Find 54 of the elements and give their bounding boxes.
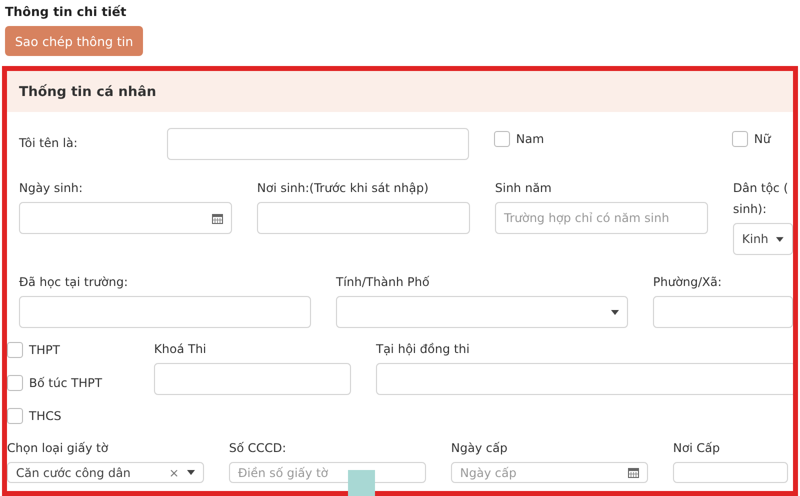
caret-icon[interactable] bbox=[187, 470, 195, 475]
field-label: Tại hội đồng thi bbox=[376, 342, 471, 357]
checkbox-label: Bố túc THPT bbox=[29, 376, 102, 390]
checkbox[interactable] bbox=[7, 342, 23, 358]
field-label: Đã học tại trường: bbox=[19, 275, 129, 290]
selected-value: Kinh bbox=[742, 232, 768, 246]
select-field[interactable]: Căn cước công dân × bbox=[7, 462, 204, 483]
field-label: sinh): bbox=[733, 202, 768, 217]
field-label: Tính/Thành Phố bbox=[336, 275, 430, 290]
input-field[interactable] bbox=[167, 128, 469, 160]
field-label: Ngày cấp bbox=[451, 441, 508, 456]
placeholder-text: Trường hợp chỉ có năm sinh bbox=[504, 211, 670, 225]
caret-icon[interactable] bbox=[776, 236, 784, 242]
page-title: Thông tin chi tiết bbox=[4, 3, 128, 21]
date-field[interactable]: Ngày cấp bbox=[451, 462, 648, 483]
checkbox-label: THPT bbox=[29, 342, 60, 358]
date-field[interactable] bbox=[19, 202, 232, 234]
checkbox[interactable] bbox=[7, 408, 23, 424]
select-field[interactable]: Kinh bbox=[733, 223, 793, 255]
caret-icon[interactable] bbox=[611, 310, 619, 314]
field-label: Chọn loại giấy tờ bbox=[7, 441, 110, 456]
field-label: Sinh năm bbox=[495, 181, 553, 196]
checkbox[interactable] bbox=[494, 131, 510, 147]
checkbox[interactable] bbox=[732, 131, 748, 147]
input-field[interactable] bbox=[19, 296, 311, 328]
field-label: Ngày sinh: bbox=[19, 181, 84, 196]
clear-button[interactable]: × bbox=[168, 466, 179, 480]
section-header: Thống tin cá nhân bbox=[7, 71, 793, 112]
field-label: Nơi Cấp bbox=[673, 441, 721, 456]
input-field[interactable] bbox=[257, 202, 470, 234]
input-field[interactable] bbox=[376, 363, 793, 395]
input-field[interactable]: Điền số giấy tờ bbox=[229, 462, 426, 483]
field-label: Tôi tên là: bbox=[19, 136, 78, 151]
field-label: Phường/Xã: bbox=[653, 275, 723, 290]
calendar-icon[interactable] bbox=[212, 212, 223, 224]
input-field[interactable] bbox=[673, 462, 788, 483]
calendar-icon[interactable] bbox=[628, 467, 639, 478]
selected-value: Căn cước công dân bbox=[16, 466, 132, 480]
field-label: Dân tộc ( bbox=[733, 181, 790, 196]
overlay-block bbox=[348, 470, 375, 496]
field-label: Khoá Thi bbox=[154, 342, 208, 357]
checkbox[interactable] bbox=[7, 375, 23, 391]
field-label: Nơi sinh:(Trước khi sát nhập) bbox=[257, 181, 430, 196]
placeholder-text: Ngày cấp bbox=[460, 466, 518, 480]
checkbox-label: Nữ bbox=[754, 132, 771, 146]
input-field[interactable] bbox=[154, 363, 351, 395]
copy-button[interactable]: Sao chép thông tin bbox=[5, 26, 144, 56]
input-field[interactable]: Trường hợp chỉ có năm sinh bbox=[495, 202, 708, 234]
input-field[interactable] bbox=[653, 296, 793, 328]
placeholder-text: Điền số giấy tờ bbox=[238, 466, 330, 480]
checkbox-label: THCS bbox=[29, 408, 62, 424]
field-label: Số CCCD: bbox=[229, 441, 288, 456]
select-field[interactable] bbox=[336, 296, 628, 328]
checkbox-label: Nam bbox=[516, 132, 544, 146]
